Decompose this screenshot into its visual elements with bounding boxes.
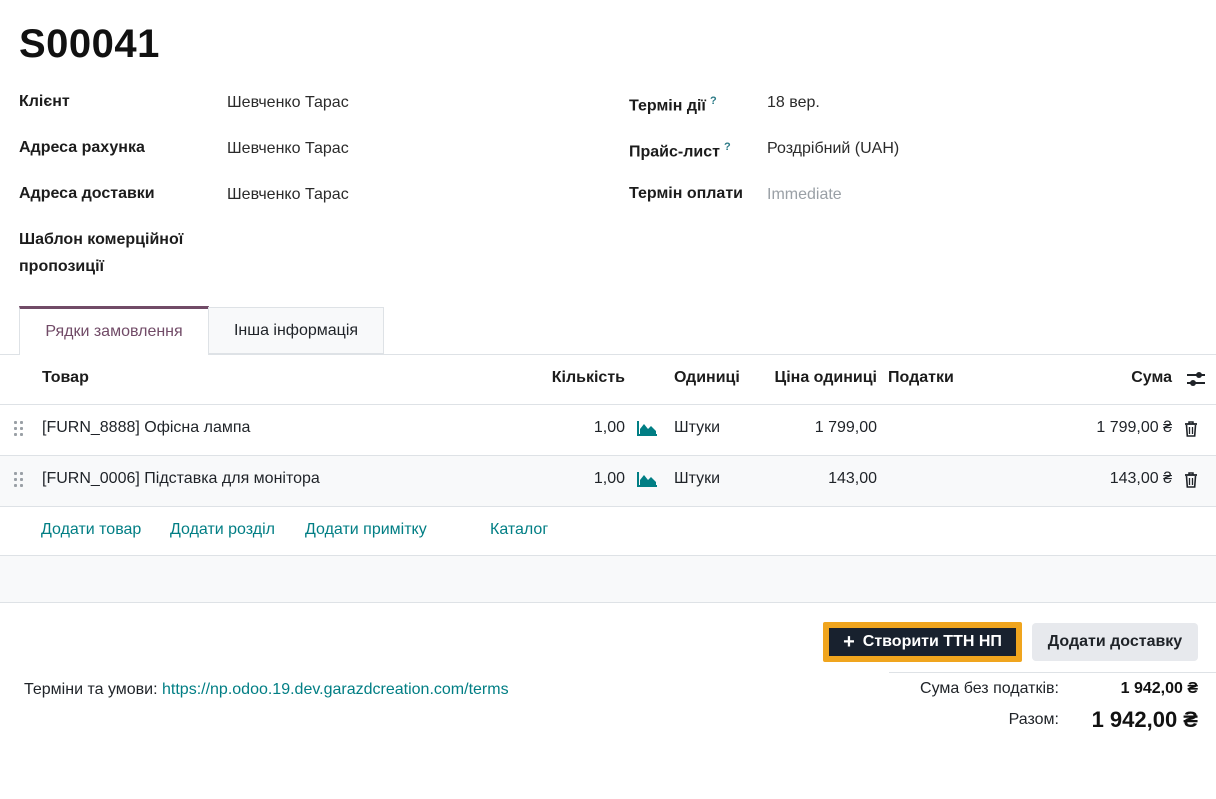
terms-label: Терміни та умови:	[24, 681, 158, 698]
row-quantity[interactable]: 1,00	[540, 470, 625, 488]
row-subtotal: 143,00 ₴	[1109, 470, 1172, 487]
tab-other-info[interactable]: Інша інформація	[208, 307, 384, 354]
quotation-template-label-line2: пропозиції	[19, 258, 105, 275]
customer-value[interactable]: Шевченко Тарас	[227, 92, 349, 114]
order-lines-header: Товар Кількість Одиниці Ціна одиниці Под…	[0, 355, 1216, 405]
pricelist-label-text: Прайс-лист	[629, 143, 720, 161]
delivery-address-label: Адреса доставки	[19, 185, 155, 202]
create-ttn-label: Створити ТТН НП	[862, 633, 1002, 650]
trash-icon[interactable]	[1184, 421, 1198, 437]
row-product[interactable]: [FURN_8888] Офісна лампа	[42, 419, 250, 437]
validity-help-icon[interactable]: ?	[710, 95, 717, 107]
quotation-template-label: Шаблон комерційної пропозиції	[19, 226, 183, 280]
add-section-link[interactable]: Додати розділ	[170, 521, 275, 539]
invoice-address-label: Адреса рахунка	[19, 139, 145, 156]
forecast-chart-icon[interactable]	[637, 420, 658, 436]
add-delivery-button[interactable]: Додати доставку	[1032, 623, 1198, 661]
row-quantity[interactable]: 1,00	[540, 419, 625, 437]
payment-terms-label: Термін оплати	[629, 185, 743, 202]
pricelist-help-icon[interactable]: ?	[724, 141, 731, 153]
payment-terms-value[interactable]: Immediate	[767, 184, 842, 206]
create-ttn-button[interactable]: + Створити ТТН НП	[823, 622, 1022, 662]
forecast-chart-icon[interactable]	[637, 471, 658, 487]
tab-order-lines[interactable]: Рядки замовлення	[19, 306, 209, 355]
pricelist-value[interactable]: Роздрібний (UAH)	[767, 138, 899, 160]
invoice-address-value[interactable]: Шевченко Тарас	[227, 138, 349, 160]
untaxed-amount-value: 1 942,00 ₴	[1120, 680, 1198, 697]
drag-handle-icon[interactable]	[14, 421, 26, 439]
terms-link[interactable]: https://np.odoo.19.dev.garazdcreation.co…	[162, 681, 509, 698]
table-footer	[0, 556, 1216, 603]
catalog-link[interactable]: Каталог	[490, 521, 548, 539]
table-row[interactable]: [FURN_0006] Підставка для монітора 1,00 …	[0, 456, 1216, 507]
page-title: S00041	[19, 22, 160, 66]
pricelist-label: Прайс-лист?	[629, 134, 731, 165]
quotation-template-value[interactable]	[227, 230, 527, 252]
column-uom[interactable]: Одиниці	[674, 369, 740, 387]
row-unit-price[interactable]: 143,00	[760, 470, 877, 488]
notebook-tabs: Рядки замовлення Інша інформація	[0, 306, 1216, 355]
trash-icon[interactable]	[1184, 472, 1198, 488]
column-subtotal[interactable]: Сума	[1080, 369, 1172, 387]
quotation-template-label-line1: Шаблон комерційної	[19, 231, 184, 248]
add-line-actions: Додати товар Додати розділ Додати приміт…	[0, 506, 1216, 556]
validity-value[interactable]: 18 вер.	[767, 92, 820, 114]
total-label: Разом:	[1008, 711, 1059, 728]
create-ttn-button-inner[interactable]: + Створити ТТН НП	[829, 628, 1016, 656]
column-settings-icon[interactable]	[1186, 370, 1206, 388]
add-note-link[interactable]: Додати примітку	[305, 521, 427, 539]
row-product[interactable]: [FURN_0006] Підставка для монітора	[42, 470, 320, 488]
row-unit-price[interactable]: 1 799,00	[760, 419, 877, 437]
terms-and-conditions: Терміни та умови: https://np.odoo.19.dev…	[24, 681, 509, 699]
row-subtotal: 1 799,00 ₴	[1096, 419, 1172, 436]
table-row[interactable]: [FURN_8888] Офісна лампа 1,00 Штуки 1 79…	[0, 405, 1216, 456]
totals-divider	[889, 672, 1216, 673]
row-uom[interactable]: Штуки	[674, 419, 720, 437]
column-taxes[interactable]: Податки	[888, 369, 954, 387]
untaxed-amount-label: Сума без податків:	[920, 680, 1059, 697]
total-value: 1 942,00 ₴	[1091, 707, 1198, 732]
add-product-link[interactable]: Додати товар	[41, 521, 141, 539]
validity-label-text: Термін дії	[629, 97, 706, 115]
delivery-address-value[interactable]: Шевченко Тарас	[227, 184, 349, 206]
validity-label: Термін дії?	[629, 88, 717, 119]
customer-label: Клієнт	[19, 93, 70, 110]
column-quantity[interactable]: Кількість	[535, 369, 625, 387]
row-uom[interactable]: Штуки	[674, 470, 720, 488]
column-product[interactable]: Товар	[42, 369, 89, 387]
plus-icon: +	[843, 631, 855, 653]
column-unit-price[interactable]: Ціна одиниці	[760, 369, 877, 387]
drag-handle-icon[interactable]	[14, 472, 26, 490]
